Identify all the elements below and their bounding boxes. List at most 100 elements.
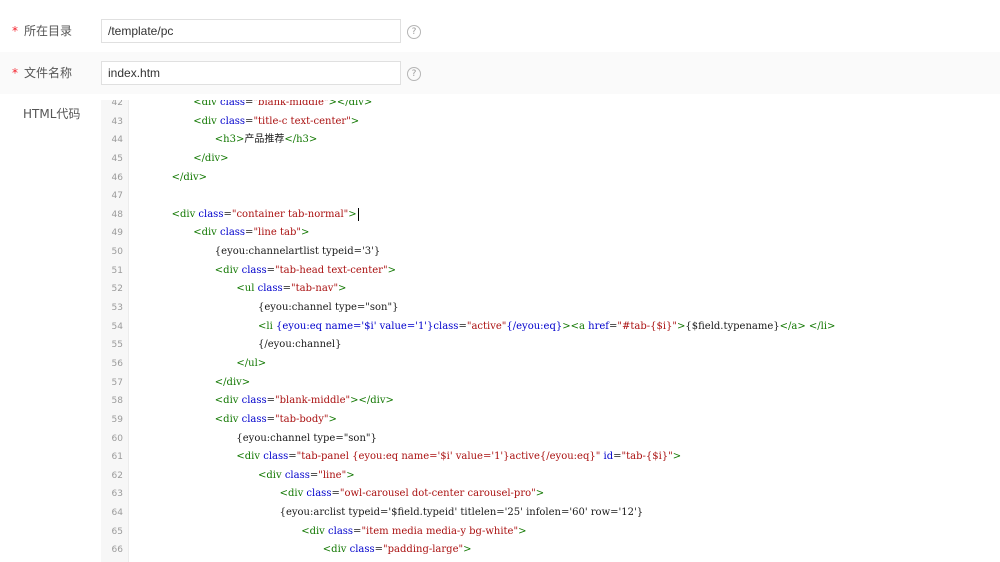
code-token: > [338, 283, 347, 295]
code-token: class [241, 413, 267, 425]
code-text: <div class="title-c text-center"> [193, 113, 359, 132]
code-token: = [458, 320, 467, 332]
line-number: 62 [111, 470, 123, 481]
code-text: <div class="padding-large"> [323, 541, 472, 560]
code-token: <ul [236, 283, 255, 295]
code-token: {$field.typename} [685, 320, 780, 332]
code-text: <li {eyou:eq name='$i' value='1'}class="… [258, 318, 835, 337]
code-text: <div class="blank-middle"></div> [193, 100, 372, 113]
code-token: "tab-{$i}" [621, 451, 673, 463]
code-text: <div class="blank-middle"></div> [215, 392, 394, 411]
code-token: "blank-middle" [275, 395, 351, 407]
code-text: </div> [193, 150, 228, 169]
code-token: <div [236, 451, 261, 463]
code-token: </h3> [284, 134, 318, 146]
code-token: "item media media-y bg-white" [361, 525, 519, 537]
code-token: class [257, 283, 283, 295]
line-number: 44 [111, 135, 123, 146]
directory-input[interactable] [101, 19, 401, 43]
line-number: 60 [111, 433, 123, 444]
line-number: 45 [111, 153, 123, 164]
code-token: <div [171, 208, 196, 220]
code-token: = [282, 283, 292, 295]
code-token: > [518, 525, 527, 537]
code-token: 产品推荐 [244, 134, 285, 146]
directory-help-icon[interactable]: ? [407, 25, 421, 39]
code-text: {eyou:channel type="son"} [258, 299, 398, 318]
line-number: 43 [111, 116, 123, 127]
code-token: "tab-head text-center" [275, 264, 388, 276]
code-text: {eyou:channelartlist typeid='3'} [215, 243, 380, 262]
code-text: <div class="container tab-normal"> [172, 206, 359, 225]
code-text: {eyou:channel type="son"} [236, 430, 376, 449]
code-token: > [348, 208, 357, 220]
directory-label: * 所在目录 [12, 22, 72, 39]
code-token: <div [193, 100, 217, 108]
code-token: </div> [214, 376, 251, 388]
code-text: </div> [172, 169, 207, 188]
code-token: > [387, 264, 396, 276]
code-token: class [220, 100, 246, 108]
filename-label-text: 文件名称 [24, 66, 73, 80]
code-token: > [672, 451, 682, 463]
code-token: "container tab-normal" [231, 208, 349, 220]
code-text: <div class="item media media-y bg-white"… [301, 523, 526, 542]
code-token: <div [258, 469, 282, 481]
code-token: = [223, 208, 232, 220]
code-token: </a> [779, 320, 806, 332]
line-number: 59 [111, 414, 123, 425]
code-token: {eyou:channel type="son"} [236, 432, 377, 444]
code-token: > [350, 115, 360, 127]
filename-help-icon[interactable]: ? [407, 67, 421, 81]
code-text: {eyou:arclist typeid='$field.typeid' tit… [280, 504, 644, 523]
code-token: ></div> [350, 395, 394, 407]
line-number: 56 [111, 358, 123, 369]
code-token: class [349, 544, 375, 556]
html-code-label: HTML代码 [23, 107, 81, 121]
code-token: <div [322, 544, 347, 556]
code-token: "tab-nav" [291, 283, 339, 295]
code-token: > [328, 413, 337, 425]
directory-label-text: 所在目录 [24, 24, 73, 38]
code-token: {eyou:channelartlist typeid='3'} [214, 246, 381, 258]
code-text: <h3>产品推荐</h3> [215, 131, 318, 150]
code-token: "padding-large" [383, 544, 464, 556]
code-token: "title-c text-center" [253, 115, 351, 127]
code-token: = [266, 264, 276, 276]
line-number: 64 [111, 508, 123, 519]
line-number: 42 [111, 100, 123, 108]
code-text: <ul class="tab-nav"> [236, 280, 346, 299]
line-number: 54 [111, 321, 123, 332]
code-token: <div [214, 264, 239, 276]
code-token: {eyou:eq name='$i' value='1'}class [275, 320, 459, 332]
line-number: 63 [111, 489, 123, 500]
line-number: 55 [111, 340, 123, 351]
code-token: </ul> [236, 357, 267, 369]
code-token: </div> [193, 152, 229, 164]
code-token: class [241, 264, 267, 276]
code-text: </ul> [236, 355, 266, 374]
code-token: id [603, 451, 614, 463]
code-token: > [463, 544, 472, 556]
code-text: <div class="owl-carousel dot-center caro… [280, 485, 545, 504]
code-editor[interactable]: 42 <div class="blank-middle"></div> 43 <div… [101, 100, 1000, 562]
code-token: {/eyou:eq} [506, 320, 563, 332]
code-token: > [535, 488, 545, 500]
code-token: class [284, 469, 310, 481]
code-token: {/eyou:channel} [258, 339, 342, 351]
code-text: <div class="tab-body"> [215, 411, 337, 430]
code-token: = [266, 395, 276, 407]
code-token: {eyou:channel type="son"} [258, 302, 399, 314]
line-number: 65 [111, 526, 123, 537]
code-token: {eyou:arclist typeid='$field.typeid' tit… [279, 507, 644, 519]
line-number: 52 [111, 284, 123, 295]
code-token: <li [258, 320, 273, 332]
code-token: = [374, 544, 384, 556]
filename-input[interactable] [101, 61, 401, 85]
code-text: </div> [215, 374, 250, 393]
code-token: ></div> [328, 100, 373, 108]
code-token: <div [279, 488, 304, 500]
code-token: "active" [466, 320, 507, 332]
code-token: class [263, 451, 289, 463]
code-token: "tab-panel {eyou:eq name='$i' value='1'}… [296, 451, 601, 463]
